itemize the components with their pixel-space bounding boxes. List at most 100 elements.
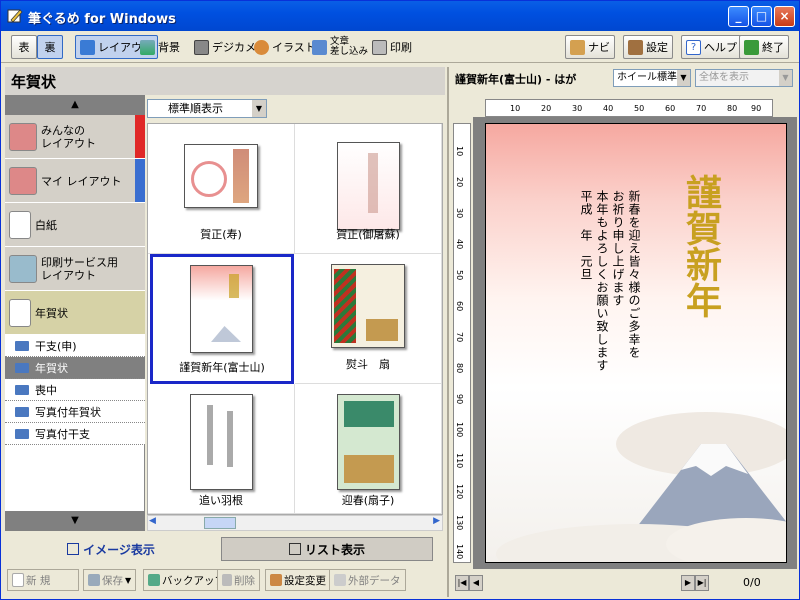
thumbnail-caption: 追い羽根	[199, 494, 243, 507]
prev-page-icon[interactable]: ◀	[469, 575, 483, 591]
last-page-icon[interactable]: ▶|	[695, 575, 709, 591]
view-mode-select[interactable]: 全体を表示 ▼	[695, 69, 793, 87]
preview-status-bar: |◀ ◀ ▶ ▶| 0/0	[453, 571, 795, 595]
thumbnail-caption: 迎春(扇子)	[341, 494, 395, 507]
back-label: 裏	[44, 41, 56, 54]
category-scroll-up[interactable]: ▲	[5, 95, 145, 115]
settings-label: 設定	[646, 41, 668, 54]
text-label-2: 差し込み	[330, 46, 369, 57]
category-my-layout[interactable]: マイ レイアウト	[5, 159, 145, 203]
brush-app-icon	[7, 9, 23, 23]
scroll-thumb[interactable]	[204, 517, 236, 529]
app-window: 筆ぐるめ for Windows _ □ × 表 裏 レイアウト 背景 デジカメ…	[0, 0, 800, 600]
category-scroll-down[interactable]: ▼	[5, 511, 145, 531]
folder-item[interactable]: 喪中	[5, 379, 145, 401]
question-icon: ?	[686, 39, 701, 55]
folder-label: 喪中	[35, 383, 57, 397]
save-button[interactable]: 保存 ▼	[83, 569, 137, 591]
template-thumbnail[interactable]: 追い羽根	[148, 384, 295, 514]
folder-item[interactable]: 写真付年賀状	[5, 401, 145, 423]
chevron-down-icon: ▼	[779, 70, 792, 86]
splitter[interactable]	[447, 67, 449, 597]
preview-canvas[interactable]: 新春を迎え皆々様のご多幸を お祈り申し上げます 本年もよろしくお願い致します 平…	[473, 117, 797, 569]
help-label: ヘルプ	[704, 41, 737, 54]
preview-title: 謹賀新年(富士山) - はが	[455, 73, 577, 86]
category-minna-layout[interactable]: みんなの レイアウト	[5, 115, 145, 159]
category-label: レイアウト	[41, 268, 96, 282]
folder-icon	[15, 362, 29, 373]
navi-button[interactable]: ナビ	[565, 35, 615, 59]
text-insert-icon	[312, 39, 327, 55]
scroll-right-icon[interactable]: ▶	[433, 516, 440, 526]
folder-label: 写真付年賀状	[35, 405, 101, 419]
title-bar[interactable]: 筆ぐるめ for Windows _ □ ×	[1, 1, 799, 31]
settings-change-button[interactable]: 設定変更	[265, 569, 331, 591]
thumbnail-caption: 賀正(御屠蘇)	[336, 228, 400, 241]
backup-icon	[148, 574, 160, 586]
sort-bar: 標準順表示 ▼	[147, 97, 443, 121]
preview-header: 謹賀新年(富士山) - はが ホイール標準 ▼ 全体を表示 ▼	[453, 67, 795, 89]
postcard-preview[interactable]: 新春を迎え皆々様のご多幸を お祈り申し上げます 本年もよろしくお願い致します 平…	[485, 123, 787, 563]
mount-fuji-illustration	[496, 412, 786, 562]
background-button[interactable]: 背景	[135, 35, 185, 59]
scroll-left-icon[interactable]: ◀	[149, 516, 156, 526]
view-tabs: イメージ表示 リスト表示	[5, 537, 445, 561]
template-thumbnail[interactable]: 賀正(寿)	[148, 124, 295, 254]
external-data-button[interactable]: 外部データ	[329, 569, 406, 591]
tab-image-view[interactable]: イメージ表示	[5, 537, 217, 561]
category-label: 印刷サービス用	[41, 255, 118, 269]
horizontal-scrollbar[interactable]: ◀ ▶	[147, 515, 443, 531]
template-thumbnail[interactable]: 熨斗 扇	[295, 254, 442, 384]
page-count: 0/0	[743, 576, 761, 589]
first-page-icon[interactable]: |◀	[455, 575, 469, 591]
help-button[interactable]: ? ヘルプ	[681, 35, 742, 59]
close-button[interactable]: ×	[774, 6, 795, 27]
delete-button[interactable]: 削除	[217, 569, 260, 591]
print-button[interactable]: 印刷	[367, 35, 417, 59]
bottom-toolbar: 新 規 保存▼ バックアップ▼ 削除 設定変更 外部データ	[5, 567, 445, 597]
bear-icon	[254, 39, 269, 55]
new-button[interactable]: 新 規	[7, 569, 79, 591]
postcard-icon	[9, 298, 31, 327]
maximize-button[interactable]: □	[751, 6, 772, 27]
window-title: 筆ぐるめ for Windows	[28, 12, 176, 27]
category-label: 年賀状	[35, 306, 68, 320]
new-file-icon	[12, 573, 24, 587]
front-side-button[interactable]: 表	[11, 35, 37, 59]
category-blank[interactable]: 白紙	[5, 203, 145, 247]
print-label: 印刷	[390, 41, 412, 54]
category-nengajo[interactable]: 年賀状	[5, 291, 145, 335]
tab-list-view[interactable]: リスト表示	[221, 537, 433, 561]
folder-item[interactable]: 干支(申)	[5, 335, 145, 357]
back-side-button[interactable]: 裏	[37, 35, 63, 59]
external-data-icon	[334, 574, 346, 586]
person-icon	[9, 166, 37, 195]
category-print-service[interactable]: 印刷サービス用 レイアウト	[5, 247, 145, 291]
thumbnail-caption: 賀正(寿)	[200, 228, 242, 241]
folder-item[interactable]: 写真付干支	[5, 423, 145, 445]
settings-button[interactable]: 設定	[623, 35, 673, 59]
kinga-shinnen-title: 謹賀新年	[680, 174, 722, 318]
blank-page-icon	[9, 210, 31, 239]
floppy-icon	[88, 574, 100, 586]
next-page-icon[interactable]: ▶	[681, 575, 695, 591]
folder-label: 干支(申)	[35, 339, 77, 353]
template-thumbnail-selected[interactable]: 謹賀新年(富士山)	[150, 254, 294, 384]
sort-select[interactable]: 標準順表示 ▼	[147, 99, 267, 118]
chevron-down-icon: ▼	[677, 70, 690, 86]
template-thumbnail[interactable]: 迎春(扇子)	[295, 384, 442, 514]
exit-label: 終了	[762, 41, 784, 54]
category-label: レイアウト	[41, 136, 96, 150]
ruler-left: 10 20 30 40 50 60 70 80 90 100 110 120 1…	[453, 123, 471, 563]
hand-icon	[570, 39, 585, 55]
thumbnail-image	[190, 265, 253, 353]
thumbnail-caption: 謹賀新年(富士山)	[179, 361, 265, 374]
category-label: みんなの	[41, 123, 85, 137]
minimize-button[interactable]: _	[728, 6, 749, 27]
template-thumbnail[interactable]: 賀正(御屠蘇)	[295, 124, 442, 254]
wheel-mode-select[interactable]: ホイール標準 ▼	[613, 69, 691, 87]
exit-button[interactable]: 終了	[739, 35, 789, 59]
layout-icon	[80, 39, 95, 55]
text-insert-button[interactable]: 文章 差し込み	[307, 34, 373, 60]
folder-item-selected[interactable]: 年賀状	[5, 357, 145, 379]
